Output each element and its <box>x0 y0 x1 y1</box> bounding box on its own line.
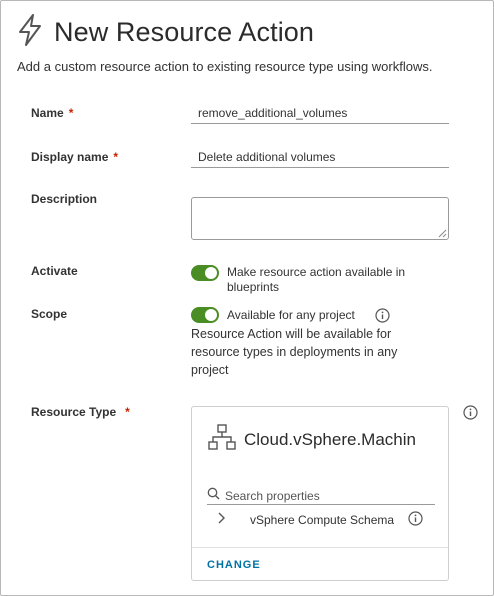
tree-expand-toggle[interactable] <box>216 511 226 530</box>
scope-help-text: Resource Action will be available for re… <box>191 325 431 379</box>
card-divider <box>192 547 448 548</box>
schema-info-icon[interactable] <box>408 511 423 526</box>
resource-type-card: Cloud.vSphere.Machin Search properties v… <box>191 406 449 581</box>
name-input[interactable] <box>191 102 449 124</box>
search-icon <box>207 487 220 505</box>
scope-toggle-text: Available for any project <box>227 308 355 322</box>
description-textarea[interactable] <box>191 197 449 240</box>
name-label: Name * <box>31 106 73 120</box>
tree-item-label[interactable]: vSphere Compute Schema <box>250 513 394 527</box>
lightning-bolt-icon <box>17 13 43 51</box>
scope-info-icon[interactable] <box>375 308 390 323</box>
activate-label: Activate <box>31 264 78 278</box>
scope-label: Scope <box>31 307 68 321</box>
resize-grip-icon[interactable] <box>438 229 447 238</box>
page-subtitle: Add a custom resource action to existing… <box>17 59 433 74</box>
resource-type-label-text: Resource Type <box>31 405 117 419</box>
toggle-knob <box>205 309 217 321</box>
display-name-label-text: Display name <box>31 150 109 164</box>
required-mark: * <box>68 106 74 120</box>
property-search-input[interactable]: Search properties <box>207 487 435 505</box>
resource-type-label: Resource Type * <box>31 405 130 419</box>
description-label: Description <box>31 192 98 206</box>
scope-help-line1: Resource Action will be available for <box>191 327 392 341</box>
scope-help-line3: project <box>191 363 229 377</box>
page-header: New Resource Action <box>17 13 315 51</box>
required-mark: * <box>113 150 119 164</box>
card-header: Cloud.vSphere.Machin <box>208 423 416 456</box>
activate-text-line2: blueprints <box>227 280 280 294</box>
page-title: New Resource Action <box>54 16 315 47</box>
change-button[interactable]: CHANGE <box>207 559 261 571</box>
hierarchy-icon <box>208 423 236 456</box>
activate-toggle-text: Make resource action available in bluepr… <box>227 265 405 295</box>
display-name-label: Display name * <box>31 150 118 164</box>
required-mark: * <box>125 405 130 419</box>
scope-help-line2: resource types in deployments in any <box>191 345 398 359</box>
resource-type-info-icon[interactable] <box>463 405 478 420</box>
name-label-text: Name <box>31 106 64 120</box>
resource-type-title: Cloud.vSphere.Machin <box>244 429 416 449</box>
chevron-right-icon <box>216 511 226 530</box>
dialog-frame: New Resource Action Add a custom resourc… <box>0 0 494 596</box>
search-placeholder: Search properties <box>225 488 320 503</box>
activate-toggle[interactable] <box>191 265 219 281</box>
scope-toggle[interactable] <box>191 307 219 323</box>
toggle-knob <box>205 267 217 279</box>
display-name-input[interactable] <box>191 146 449 168</box>
activate-text-line1: Make resource action available in <box>227 265 406 279</box>
